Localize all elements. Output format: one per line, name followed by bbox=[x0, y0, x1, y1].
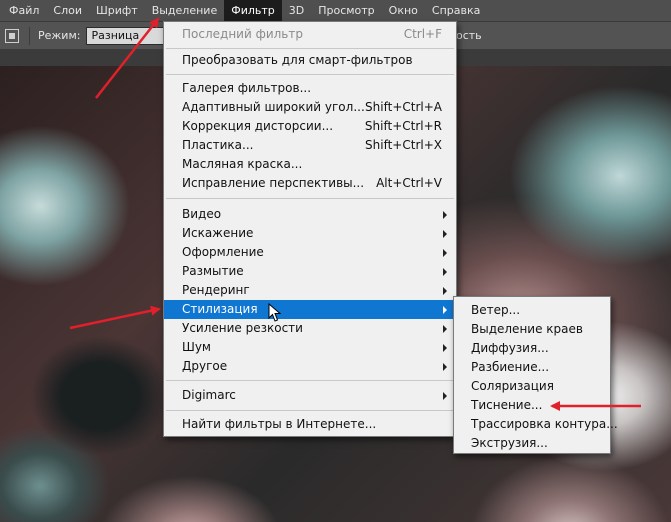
submenu-item-solarize[interactable]: Соляризация bbox=[454, 377, 610, 396]
menu-item-label: Исправление перспективы... bbox=[182, 176, 365, 190]
menu-item-adaptive-wide-angle[interactable]: Адаптивный широкий угол... Shift+Ctrl+A bbox=[164, 98, 456, 117]
menu-divider bbox=[166, 198, 454, 199]
menu-layers[interactable]: Слои bbox=[46, 0, 89, 22]
menu-item-label: Выделение краев bbox=[471, 322, 583, 336]
mode-label: Режим: bbox=[38, 29, 81, 42]
menu-item-label: Пластика... bbox=[182, 138, 254, 152]
submenu-arrow-icon bbox=[443, 306, 447, 314]
menu-item-oil-paint[interactable]: Масляная краска... bbox=[164, 155, 456, 174]
menu-item-label: Коррекция дисторсии... bbox=[182, 119, 334, 133]
menu-file[interactable]: Файл bbox=[2, 0, 46, 22]
stylize-submenu: Ветер... Выделение краев Диффузия... Раз… bbox=[453, 296, 618, 454]
menu-item-other[interactable]: Другое bbox=[164, 357, 456, 376]
submenu-arrow-icon bbox=[443, 344, 447, 352]
menu-item-label: Адаптивный широкий угол... bbox=[182, 100, 365, 114]
shortcut-text: Ctrl+F bbox=[403, 27, 442, 41]
menu-item-label: Диффузия... bbox=[471, 341, 549, 355]
menu-divider bbox=[166, 380, 454, 381]
menu-item-label: Стилизация bbox=[182, 302, 258, 316]
menu-item-label: Оформление bbox=[182, 245, 264, 259]
menu-item-label: Последний фильтр bbox=[182, 27, 303, 41]
menu-item-render[interactable]: Рендеринг bbox=[164, 281, 456, 300]
submenu-arrow-icon bbox=[443, 325, 447, 333]
menu-item-label: Тиснение... bbox=[471, 398, 543, 412]
submenu-arrow-icon bbox=[443, 268, 447, 276]
submenu-item-trace-contour[interactable]: Трассировка контура... bbox=[454, 415, 618, 434]
mode-value: Разница bbox=[91, 28, 140, 42]
menu-item-noise[interactable]: Шум bbox=[164, 338, 456, 357]
options-divider bbox=[29, 26, 30, 45]
menu-item-label: Экструзия... bbox=[471, 436, 548, 450]
menu-item-label: Преобразовать для смарт-фильтров bbox=[182, 53, 413, 67]
submenu-item-wind[interactable]: Ветер... bbox=[454, 301, 610, 320]
menu-item-label: Digimarc bbox=[182, 388, 236, 402]
menu-item-video[interactable]: Видео bbox=[164, 205, 456, 224]
submenu-arrow-icon bbox=[443, 211, 447, 219]
shortcut-text: Shift+Ctrl+R bbox=[364, 119, 442, 133]
submenu-item-emboss[interactable]: Тиснение... bbox=[454, 396, 610, 415]
menu-item-browse-filters-online[interactable]: Найти фильтры в Интернете... bbox=[164, 415, 456, 434]
menu-item-digimarc[interactable]: Digimarc bbox=[164, 386, 456, 405]
menu-item-sharpen[interactable]: Усиление резкости bbox=[164, 319, 456, 338]
menu-item-vanishing-point[interactable]: Исправление перспективы... Alt+Ctrl+V bbox=[164, 174, 456, 193]
menu-item-stylize[interactable]: Стилизация bbox=[164, 300, 456, 319]
submenu-arrow-icon bbox=[443, 363, 447, 371]
menu-filter[interactable]: Фильтр bbox=[224, 0, 282, 22]
menu-item-label: Трассировка контура... bbox=[471, 417, 618, 431]
menu-item-label: Размытие bbox=[182, 264, 244, 278]
shortcut-text: Shift+Ctrl+A bbox=[365, 100, 442, 114]
tool-preset-icon[interactable] bbox=[5, 28, 19, 43]
mouse-cursor-icon bbox=[268, 303, 282, 322]
menu-item-liquify[interactable]: Пластика... Shift+Ctrl+X bbox=[164, 136, 456, 155]
menu-item-label: Соляризация bbox=[471, 379, 554, 393]
submenu-item-extrude[interactable]: Экструзия... bbox=[454, 434, 610, 453]
options-tail-text: ость bbox=[456, 29, 482, 42]
submenu-arrow-icon bbox=[443, 392, 447, 400]
menu-bar: Файл Слои Шрифт Выделение Фильтр 3D Прос… bbox=[0, 0, 671, 22]
menu-item-label: Другое bbox=[182, 359, 228, 373]
shortcut-text: Alt+Ctrl+V bbox=[376, 176, 442, 190]
menu-item-filter-gallery[interactable]: Галерея фильтров... bbox=[164, 79, 456, 98]
menu-window[interactable]: Окно bbox=[382, 0, 425, 22]
menu-type[interactable]: Шрифт bbox=[89, 0, 145, 22]
menu-view[interactable]: Просмотр bbox=[311, 0, 381, 22]
filter-menu: Последний фильтр Ctrl+F Преобразовать дл… bbox=[163, 21, 457, 437]
menu-item-label: Рендеринг bbox=[182, 283, 250, 297]
submenu-item-diffuse[interactable]: Диффузия... bbox=[454, 339, 610, 358]
menu-item-pixelate[interactable]: Оформление bbox=[164, 243, 456, 262]
submenu-item-tiles[interactable]: Разбиение... bbox=[454, 358, 610, 377]
shortcut-text: Shift+Ctrl+X bbox=[365, 138, 442, 152]
menu-item-label: Искажение bbox=[182, 226, 254, 240]
menu-select[interactable]: Выделение bbox=[145, 0, 225, 22]
submenu-arrow-icon bbox=[443, 230, 447, 238]
menu-item-convert-smart-filters[interactable]: Преобразовать для смарт-фильтров bbox=[164, 51, 456, 70]
menu-item-last-filter: Последний фильтр Ctrl+F bbox=[164, 25, 456, 44]
menu-item-lens-correction[interactable]: Коррекция дисторсии... Shift+Ctrl+R bbox=[164, 117, 456, 136]
menu-item-label: Разбиение... bbox=[471, 360, 550, 374]
menu-item-label: Ветер... bbox=[471, 303, 521, 317]
menu-item-label: Найти фильтры в Интернете... bbox=[182, 417, 377, 431]
menu-item-label: Галерея фильтров... bbox=[182, 81, 312, 95]
menu-item-distort[interactable]: Искажение bbox=[164, 224, 456, 243]
menu-item-label: Усиление резкости bbox=[182, 321, 303, 335]
menu-divider bbox=[166, 74, 454, 75]
menu-item-label: Масляная краска... bbox=[182, 157, 303, 171]
mode-select[interactable]: Разница ▼ bbox=[86, 26, 175, 45]
menu-3d[interactable]: 3D bbox=[282, 0, 311, 22]
submenu-arrow-icon bbox=[443, 287, 447, 295]
menu-help[interactable]: Справка bbox=[425, 0, 487, 22]
submenu-item-find-edges[interactable]: Выделение краев bbox=[454, 320, 610, 339]
menu-item-label: Шум bbox=[182, 340, 211, 354]
menu-item-label: Видео bbox=[182, 207, 222, 221]
submenu-arrow-icon bbox=[443, 249, 447, 257]
menu-item-blur[interactable]: Размытие bbox=[164, 262, 456, 281]
menu-divider bbox=[166, 48, 454, 49]
menu-divider bbox=[166, 410, 454, 411]
